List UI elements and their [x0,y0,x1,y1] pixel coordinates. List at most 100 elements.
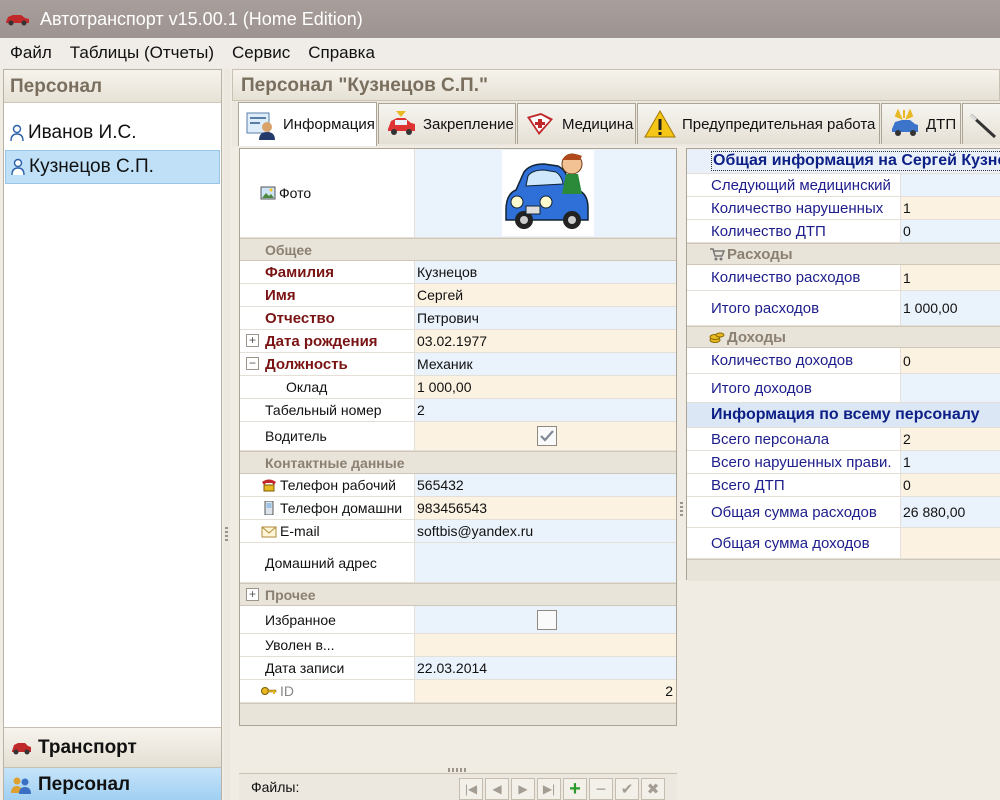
last-record-button[interactable]: ▶| [537,778,561,800]
nav-transport[interactable]: Транспорт [4,727,221,767]
patronymic-field[interactable]: Петрович [415,307,676,329]
income-count-value: 0 [901,348,1000,373]
person-item-ivanov[interactable]: Иванов И.С. [5,116,220,150]
splitter-grip[interactable] [448,768,468,772]
phone-icon [262,479,276,492]
address-field[interactable] [415,543,676,582]
id-label: ID [280,683,294,699]
prev-record-button[interactable]: ◀ [485,778,509,800]
favorite-checkbox[interactable] [537,609,557,630]
tab-label: ДТП [926,115,957,133]
home-phone-field[interactable]: 983456543 [415,497,676,519]
summary-footer [687,559,1000,581]
name-row: Имя Сергей [240,284,676,307]
contacts-group[interactable]: Контактные данные [240,451,676,474]
income-group: Доходы [687,326,1000,348]
email-label: E-mail [280,523,320,539]
surname-row: Фамилия Кузнецов [240,261,676,284]
income-count-row: Количество доходов 0 [687,348,1000,374]
menu-bar: Файл Таблицы (Отчеты) Сервис Справка [0,38,1000,68]
all-accidents-label: Всего ДТП [687,474,901,496]
wand-icon [969,113,997,139]
name-field[interactable]: Сергей [415,284,676,306]
expand-icon[interactable]: + [246,588,259,601]
medical-book-icon [527,113,553,135]
tab-preventive-work[interactable]: Предупредительная работа [637,103,880,144]
work-phone-row: Телефон рабочий 565432 [240,474,676,497]
violations-row: Количество нарушенных 1 [687,197,1000,220]
all-staff-label: Всего персонала [687,428,901,450]
birthdate-row: + Дата рождения 03.02.1977 [240,330,676,353]
tab-assignment[interactable]: Закрепление [378,103,516,144]
position-row: − Должность Механик [240,353,676,376]
cancel-button[interactable]: ✖ [641,778,665,800]
people-icon [11,777,31,794]
menu-help[interactable]: Справка [298,43,383,63]
menu-file[interactable]: Файл [0,43,60,63]
personnel-panel-title: Персонал [4,70,221,103]
accidents-label: Количество ДТП [687,220,901,242]
delete-file-button[interactable]: − [589,778,613,800]
add-file-button[interactable]: + [563,778,587,800]
all-violations-value: 1 [901,451,1000,473]
all-staff-value: 2 [901,428,1000,450]
photo-label: Фото [279,185,312,201]
email-field[interactable]: softbis@yandex.ru [415,520,676,542]
salary-field[interactable]: 1 000,00 [415,376,676,398]
surname-label: Фамилия [240,261,415,283]
email-row: E-mail softbis@yandex.ru [240,520,676,543]
envelope-icon [261,526,277,538]
panel-splitter[interactable] [224,69,230,800]
car-key-icon [388,111,415,135]
driver-checkbox[interactable] [537,426,557,446]
photo-image[interactable] [502,150,594,236]
next-record-button[interactable]: ▶ [511,778,535,800]
tab-more[interactable] [962,103,1000,144]
tabnum-field[interactable]: 2 [415,399,676,421]
tab-accidents[interactable]: ДТП [881,103,961,144]
other-group-label: Прочее [265,587,316,603]
fired-field[interactable] [415,634,676,656]
id-row: ID 2 [240,680,676,703]
all-accidents-value: 0 [901,474,1000,496]
birthdate-label: Дата рождения [240,330,415,352]
position-label: Должность [240,353,415,375]
tab-medicine[interactable]: Медицина [517,103,636,144]
surname-field[interactable]: Кузнецов [415,261,676,283]
photo-row: Фото [240,149,676,238]
salary-label: Оклад [240,376,415,398]
income-count-label: Количество доходов [687,348,901,373]
tab-information[interactable]: Информация [238,102,377,146]
next-medical-value [901,174,1000,196]
first-record-button[interactable]: |◀ [459,778,483,800]
info-card-icon [246,112,275,140]
general-group[interactable]: Общее [240,238,676,261]
other-group[interactable]: + Прочее [240,583,676,606]
patronymic-row: Отчество Петрович [240,307,676,330]
work-phone-field[interactable]: 565432 [415,474,676,496]
all-staff-row: Всего персонала 2 [687,428,1000,451]
id-field: 2 [415,680,676,702]
all-violations-row: Всего нарушенных прави. 1 [687,451,1000,474]
mobile-phone-icon [264,501,274,515]
summary-title: Общая информация на Сергей Кузнецов [687,149,1000,174]
work-phone-label: Телефон рабочий [280,477,396,493]
nav-personnel[interactable]: Персонал [4,767,221,800]
menu-tables[interactable]: Таблицы (Отчеты) [60,43,222,63]
menu-service[interactable]: Сервис [222,43,298,63]
person-icon [10,124,24,142]
car-icon [12,742,31,754]
violations-value: 1 [901,197,1000,219]
all-expenses-row: Общая сумма расходов 26 880,00 [687,497,1000,528]
record-date-field[interactable]: 22.03.2014 [415,657,676,679]
splitter-grip[interactable] [680,502,683,518]
birthdate-field[interactable]: 03.02.1977 [415,330,676,352]
expense-count-row: Количество расходов 1 [687,265,1000,291]
checkmark-icon [540,430,554,442]
confirm-button[interactable]: ✔ [615,778,639,800]
patronymic-label: Отчество [240,307,415,329]
person-item-kuznetsov[interactable]: Кузнецов С.П. [5,150,220,184]
driver-row: Водитель [240,422,676,451]
position-field[interactable]: Механик [415,353,676,375]
tab-label: Медицина [562,115,634,133]
